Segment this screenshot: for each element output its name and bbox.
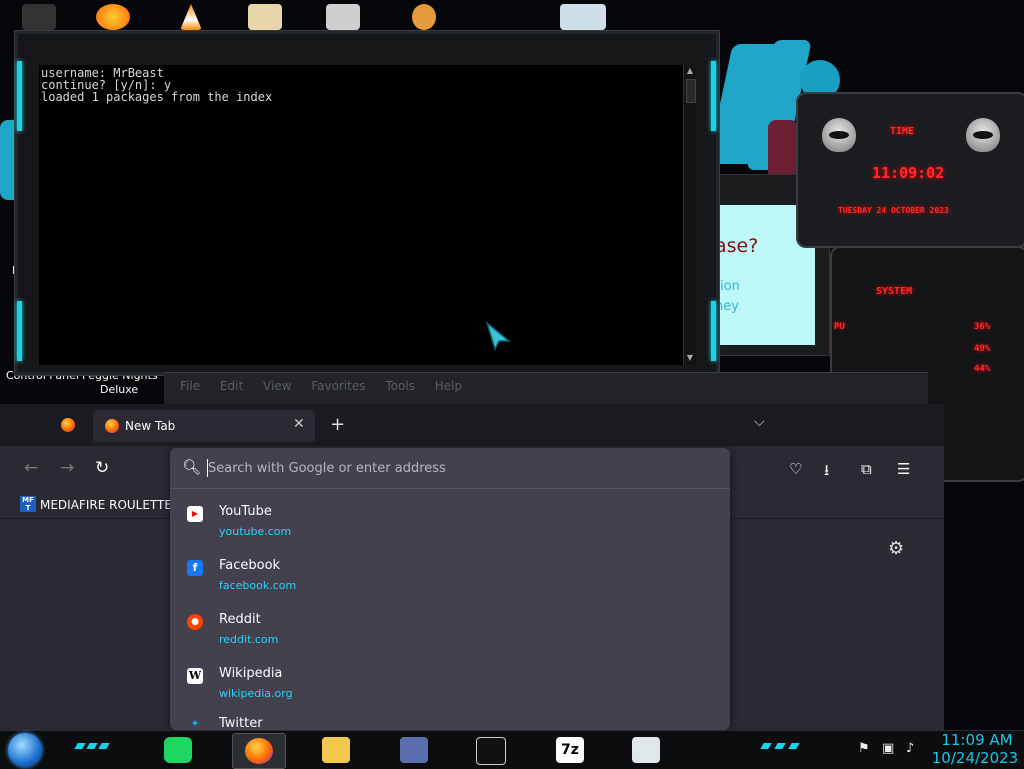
window-app-icon xyxy=(400,737,428,763)
taskbar: 7z ⚑ ▣ ♪ 11:09 AM 10/24/2023 xyxy=(0,730,1024,769)
extensions-icon[interactable]: ⧉ xyxy=(861,460,872,478)
scroll-down-icon[interactable]: ▼ xyxy=(684,353,696,362)
desktop-icon-firefox[interactable] xyxy=(96,4,130,30)
list-all-tabs-chevron-icon[interactable]: ⌵ xyxy=(754,414,765,430)
tab-close-icon[interactable]: ✕ xyxy=(293,416,305,432)
terminal-line: loaded 1 packages from the index xyxy=(41,90,273,104)
desktop-icon-vlc[interactable] xyxy=(180,4,202,30)
time-gadget-title: TIME xyxy=(890,126,915,137)
youtube-icon: ▶ xyxy=(187,506,203,522)
alien-icon-right xyxy=(966,118,1000,152)
address-placeholder: Search with Google or enter address xyxy=(208,461,446,476)
document-app-icon xyxy=(632,737,660,763)
suggestion-wikipedia[interactable]: W Wikipedia wikipedia.org xyxy=(170,660,730,714)
system-gadget-cpu-label: PU xyxy=(834,322,845,332)
firefox-icon xyxy=(105,419,119,433)
menu-file[interactable]: File xyxy=(180,379,200,393)
taskbar-cmd[interactable] xyxy=(464,733,516,767)
address-bar-dropdown[interactable]: 🔍︎ Search with Google or enter address ▶… xyxy=(170,448,730,730)
suggestion-url: reddit.com xyxy=(219,633,279,646)
menu-hamburger-icon[interactable]: ☰ xyxy=(897,460,910,478)
forward-arrow-icon[interactable]: → xyxy=(60,458,74,478)
suggestion-title: Facebook xyxy=(219,558,281,573)
tab-new-tab[interactable]: New Tab ✕ xyxy=(93,410,315,442)
desktop-icon-4[interactable] xyxy=(248,4,282,30)
menu-help[interactable]: Help xyxy=(435,379,462,393)
menu-bar: File Edit View Favorites Tools Help xyxy=(180,379,478,393)
command-prompt-icon xyxy=(476,737,506,765)
reddit-icon: ● xyxy=(187,614,203,630)
reload-icon[interactable]: ↻ xyxy=(95,458,109,478)
newtab-settings-gear-icon[interactable]: ⚙ xyxy=(888,538,904,559)
spotify-icon xyxy=(164,737,192,763)
suggestion-title: Reddit xyxy=(219,612,261,627)
alien-icon-left xyxy=(822,118,856,152)
desktop-label-peggle-2[interactable]: Deluxe xyxy=(100,383,138,396)
taskbar-spotify[interactable] xyxy=(152,733,204,767)
menu-tools[interactable]: Tools xyxy=(385,379,415,393)
suggestion-url: wikipedia.org xyxy=(219,687,293,700)
tab-strip: New Tab ✕ + ⌵ xyxy=(0,404,944,446)
desktop-icon-7[interactable] xyxy=(560,4,606,30)
time-gadget-date: TUESDAY 24 OCTOBER 2023 xyxy=(838,206,949,215)
suggestion-facebook[interactable]: f Facebook facebook.com xyxy=(170,552,730,606)
facebook-icon: f xyxy=(187,560,203,576)
suggestion-url: youtube.com xyxy=(219,525,292,538)
time-gadget[interactable]: TIME 11:09:02 TUESDAY 24 OCTOBER 2023 xyxy=(796,92,1024,248)
system-gadget-title: SYSTEM xyxy=(876,286,913,297)
taskbar-clock-date[interactable]: 10/24/2023 xyxy=(930,749,1020,767)
flag-icon[interactable]: ⚑ xyxy=(858,741,870,756)
suggestion-title: YouTube xyxy=(219,504,272,519)
taskbar-firefox[interactable] xyxy=(232,733,286,769)
menu-edit[interactable]: Edit xyxy=(220,379,243,393)
desktop-icon-6[interactable] xyxy=(412,4,436,30)
search-icon: 🔍︎ xyxy=(182,458,202,476)
firefox-icon xyxy=(245,738,273,764)
new-tab-button[interactable]: + xyxy=(330,414,345,435)
network-icon[interactable]: ▣ xyxy=(882,741,894,756)
menu-favorites[interactable]: Favorites xyxy=(311,379,365,393)
system-gadget-value-2: 49% xyxy=(974,344,991,354)
firefox-pinned-tab-icon[interactable] xyxy=(61,418,75,432)
downloads-icon[interactable]: ⭳ xyxy=(824,460,829,485)
terminal-scrollbar[interactable]: ▲ ▼ xyxy=(683,65,696,365)
bookmark-mediafire-roulette[interactable]: MEDIAFIRE ROULETTER xyxy=(40,498,180,512)
terminal-output[interactable]: username: MrBeast continue? [y/n]: y loa… xyxy=(39,65,695,365)
7zip-icon: 7z xyxy=(556,737,584,763)
suggestion-title: Wikipedia xyxy=(219,666,283,681)
system-gadget-value-3: 44% xyxy=(974,364,991,374)
terminal-window[interactable]: username: MrBeast continue? [y/n]: y loa… xyxy=(14,30,720,376)
suggestion-title: Twitter xyxy=(219,716,263,730)
suggestion-twitter[interactable]: ✦ Twitter xyxy=(170,714,730,730)
mediafire-bookmark-icon: MF T xyxy=(20,496,36,512)
taskbar-app-4[interactable] xyxy=(388,733,440,767)
suggestion-url: facebook.com xyxy=(219,579,297,592)
twitter-icon: ✦ xyxy=(190,717,200,730)
taskbar-file-explorer[interactable] xyxy=(310,733,362,767)
taskbar-7zip[interactable]: 7z xyxy=(544,733,596,767)
system-gadget-value-1: 36% xyxy=(974,322,991,332)
start-button[interactable] xyxy=(8,733,42,767)
pocket-icon[interactable]: ♡ xyxy=(789,460,802,478)
desktop-icon-1[interactable] xyxy=(22,4,56,30)
back-arrow-icon[interactable]: ← xyxy=(24,458,38,478)
address-input[interactable]: 🔍︎ Search with Google or enter address xyxy=(170,448,730,489)
time-gadget-clock: 11:09:02 xyxy=(872,164,945,182)
menu-view[interactable]: View xyxy=(263,379,291,393)
folder-icon xyxy=(322,737,350,763)
background-window-heading: ase? xyxy=(715,235,759,257)
taskbar-clock-time[interactable]: 11:09 AM xyxy=(934,731,1020,749)
suggestion-youtube[interactable]: ▶ YouTube youtube.com xyxy=(170,498,730,552)
wikipedia-icon: W xyxy=(187,668,203,684)
tab-title: New Tab xyxy=(125,419,176,433)
scroll-thumb[interactable] xyxy=(686,79,696,103)
scroll-up-icon[interactable]: ▲ xyxy=(684,66,696,75)
suggestion-reddit[interactable]: ● Reddit reddit.com xyxy=(170,606,730,660)
desktop-icon-5[interactable] xyxy=(326,4,360,30)
mouse-cursor-icon xyxy=(485,321,511,351)
volume-icon[interactable]: ♪ xyxy=(906,741,914,756)
taskbar-app-7[interactable] xyxy=(620,733,672,767)
